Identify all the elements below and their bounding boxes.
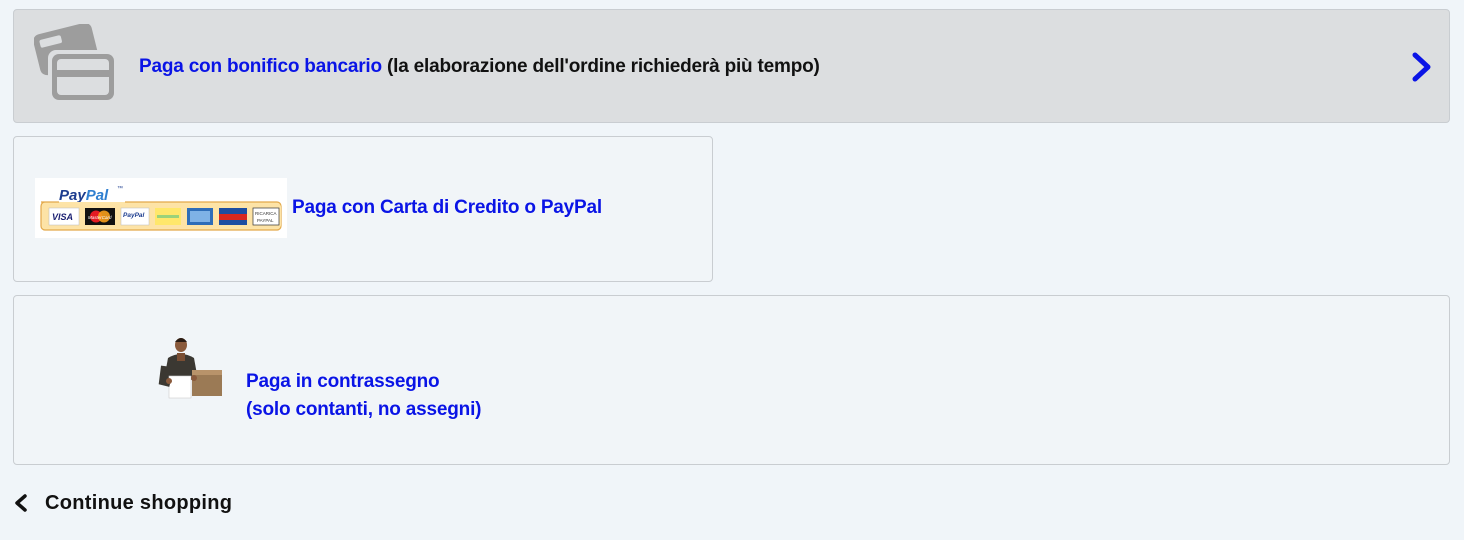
svg-text:RICARICA: RICARICA bbox=[255, 211, 277, 216]
bank-transfer-note: (la elaborazione dell'ordine richiederà … bbox=[387, 56, 820, 77]
svg-text:MasterCard: MasterCard bbox=[88, 215, 112, 220]
cash-on-delivery-option[interactable]: Paga in contrassegno (solo contanti, no … bbox=[13, 295, 1450, 465]
continue-shopping-label: Continue shopping bbox=[45, 491, 233, 514]
bank-transfer-text: Paga con bonifico bancario (la elaborazi… bbox=[139, 56, 820, 78]
chevron-left-icon bbox=[15, 494, 27, 512]
paypal-option[interactable]: PayPal ™ VISA MasterCard PayPal RICARICA… bbox=[13, 136, 713, 282]
courier-image bbox=[158, 338, 222, 399]
paypal-cards-logo: PayPal ™ VISA MasterCard PayPal RICARICA… bbox=[35, 178, 287, 238]
cod-label-line2: (solo contanti, no assegni) bbox=[246, 399, 482, 420]
svg-text:VISA: VISA bbox=[52, 212, 73, 222]
svg-text:PayPal: PayPal bbox=[123, 212, 145, 219]
credit-card-icon bbox=[34, 24, 116, 102]
svg-text:™: ™ bbox=[117, 185, 123, 192]
continue-shopping-link[interactable]: Continue shopping bbox=[14, 490, 232, 516]
svg-text:PAYPAL: PAYPAL bbox=[257, 218, 274, 223]
cod-label-line1: Paga in contrassegno bbox=[246, 371, 440, 392]
bank-transfer-option[interactable]: Paga con bonifico bancario (la elaborazi… bbox=[13, 9, 1450, 123]
paypal-option-label[interactable]: Paga con Carta di Credito o PayPal bbox=[292, 197, 602, 219]
chevron-right-icon[interactable] bbox=[1411, 52, 1433, 82]
cash-on-delivery-label[interactable]: Paga in contrassegno (solo contanti, no … bbox=[246, 368, 481, 424]
svg-text:PayPal: PayPal bbox=[59, 187, 109, 204]
bank-transfer-link[interactable]: Paga con bonifico bancario bbox=[139, 56, 382, 77]
